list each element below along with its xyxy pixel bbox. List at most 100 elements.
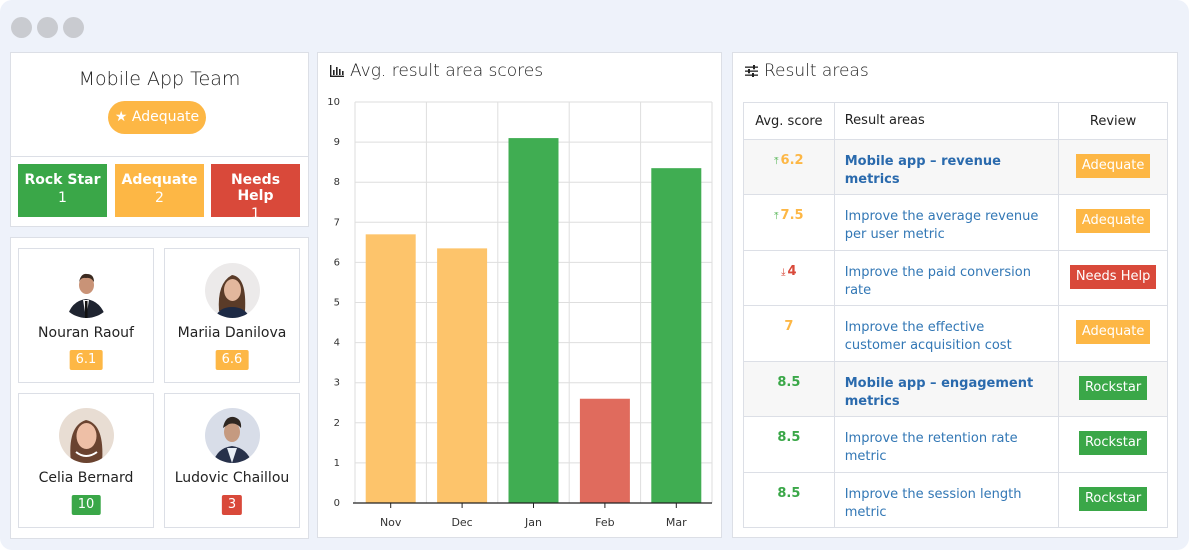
window-minimize-button[interactable]: [37, 17, 58, 38]
divider: [11, 156, 308, 157]
team-status-badge: ★ Adequate: [108, 101, 206, 134]
person-score-badge: 10: [71, 495, 101, 515]
review-badge[interactable]: Adequate: [1075, 154, 1151, 178]
result-area-link[interactable]: Improve the effective customer acquisiti…: [845, 320, 1012, 353]
stat-label: Rock Star: [24, 172, 101, 188]
result-area-cell: Mobile app – engagement metrics: [833, 361, 1060, 417]
stat-count: 2: [155, 190, 164, 206]
review-badge[interactable]: Adequate: [1075, 320, 1151, 344]
result-area-cell: Mobile app – revenue metrics: [833, 139, 1060, 195]
window-maximize-button[interactable]: [63, 17, 84, 38]
person-name: Mariia Danilova: [177, 325, 287, 341]
avatar: [205, 263, 260, 318]
stat-label: Needs Help: [230, 172, 281, 204]
column-header-review[interactable]: Review: [1058, 102, 1168, 140]
team-summary-panel: Mobile App Team ★ Adequate Rock Star 1 A…: [10, 52, 309, 227]
result-areas-table: Avg. score Result areas Review ⤒ 6.2 Mobil…: [743, 102, 1168, 528]
avg-score: 7: [784, 319, 794, 334]
chart-panel: Avg. result area scores 0 1 2 3 4 5 6 7 8 9 10 Nov D…: [317, 52, 722, 538]
app-window: Mobile App Team ★ Adequate Rock Star 1 A…: [0, 0, 1189, 550]
column-header-avg-score[interactable]: Avg. score: [743, 102, 835, 140]
avg-score: 8.5: [777, 486, 801, 501]
result-areas-panel: Result areas Avg. score Result areas Rev…: [732, 52, 1178, 538]
avg-score: 4: [787, 264, 797, 279]
stat-needs-help[interactable]: Needs Help 1: [211, 164, 300, 222]
avg-score-cell: 7: [743, 305, 835, 362]
table-group-row[interactable]: 8.5 Mobile app – engagement metrics Rockst…: [743, 361, 1168, 417]
review-badge[interactable]: Adequate: [1075, 209, 1151, 233]
star-icon: ★: [114, 109, 128, 125]
bar-chart: 0 1 2 3 4 5 6 7 8 9 10 Nov Dec Jan Feb Mar: [327, 97, 713, 529]
y-tick-label: 2: [334, 418, 340, 429]
y-tick-label: 6: [334, 257, 340, 268]
bar-feb: [579, 398, 630, 503]
review-badge[interactable]: Rockstar: [1078, 431, 1148, 455]
result-area-link[interactable]: Improve the average revenue per user met…: [845, 209, 1039, 242]
bar-jan: [508, 138, 559, 503]
x-tick-label: Nov: [380, 516, 402, 529]
person-card[interactable]: Nouran Raouf 6.1: [18, 248, 154, 383]
person-name: Ludovic Chaillou: [174, 470, 290, 486]
person-score-badge: 6.1: [69, 350, 103, 370]
y-tick-label: 1: [334, 458, 340, 469]
bar-mar: [651, 168, 702, 503]
stat-count: 1: [58, 190, 67, 206]
review-cell: Rockstar: [1058, 416, 1168, 473]
avg-score-cell: 8.5: [743, 416, 835, 473]
y-tick-label: 4: [334, 338, 340, 349]
table-row[interactable]: ⤓ 4 Improve the paid conversion rate Needs …: [743, 250, 1168, 306]
review-cell: Adequate: [1058, 194, 1168, 251]
table-row[interactable]: 8.5 Improve the retention rate metric Rock…: [743, 416, 1168, 473]
review-badge[interactable]: Rockstar: [1078, 487, 1148, 511]
result-areas-title: Result areas: [745, 61, 869, 81]
bar-dec: [437, 248, 488, 503]
y-tick-label: 3: [334, 378, 340, 389]
trend-down-icon: ⤓: [781, 267, 786, 278]
avg-score-cell: ⤒ 6.2: [743, 139, 835, 195]
person-name: Celia Bernard: [38, 470, 134, 486]
result-area-link[interactable]: Mobile app – revenue metrics: [845, 154, 1001, 187]
y-tick-label: 7: [334, 217, 340, 228]
sliders-icon: [745, 65, 758, 77]
avg-score: 8.5: [777, 430, 801, 445]
x-tick-label: Mar: [666, 516, 687, 529]
table-row[interactable]: 8.5 Improve the session length metric Rock…: [743, 472, 1168, 528]
review-cell: Adequate: [1058, 305, 1168, 362]
team-status-label: Adequate: [131, 109, 200, 125]
review-badge[interactable]: Needs Help: [1069, 265, 1157, 289]
table-group-row[interactable]: ⤒ 6.2 Mobile app – revenue metrics Adequate: [743, 139, 1168, 195]
avg-score-cell: 8.5: [743, 361, 835, 417]
table-row[interactable]: ⤒ 7.5 Improve the average revenue per user…: [743, 194, 1168, 251]
x-tick-label: Feb: [595, 516, 614, 529]
avatar: [205, 408, 260, 463]
avatar: [59, 263, 114, 318]
column-header-result-areas[interactable]: Result areas: [833, 102, 1060, 140]
result-area-cell: Improve the effective customer acquisiti…: [833, 305, 1060, 362]
table-header-row: Avg. score Result areas Review: [743, 102, 1168, 140]
result-area-link[interactable]: Improve the retention rate metric: [845, 431, 1018, 464]
result-area-link[interactable]: Improve the session length metric: [845, 487, 1022, 520]
stat-adequate[interactable]: Adequate 2: [115, 164, 204, 217]
bar-nov: [365, 234, 416, 503]
person-card[interactable]: Mariia Danilova 6.6: [164, 248, 300, 383]
x-tick-label: Jan: [524, 516, 542, 529]
avg-score-cell: 8.5: [743, 472, 835, 528]
window-close-button[interactable]: [11, 17, 32, 38]
avg-score: 6.2: [780, 153, 804, 168]
result-area-cell: Improve the session length metric: [833, 472, 1060, 528]
result-areas-heading: Result areas: [764, 61, 869, 81]
review-cell: Needs Help: [1058, 250, 1168, 306]
x-tick-label: Dec: [451, 516, 472, 529]
result-area-cell: Improve the average revenue per user met…: [833, 194, 1060, 251]
person-score-badge: 3: [221, 495, 243, 515]
table-row[interactable]: 7 Improve the effective customer acquisit…: [743, 305, 1168, 362]
person-score-badge: 6.6: [215, 350, 249, 370]
result-area-link[interactable]: Mobile app – engagement metrics: [845, 376, 1033, 409]
stat-rockstar[interactable]: Rock Star 1: [18, 164, 107, 217]
person-card[interactable]: Ludovic Chaillou 3: [164, 393, 300, 528]
result-area-link[interactable]: Improve the paid conversion rate: [845, 265, 1031, 298]
avg-score: 7.5: [780, 208, 804, 223]
person-card[interactable]: Celia Bernard 10: [18, 393, 154, 528]
y-tick-label: 5: [334, 298, 340, 309]
review-badge[interactable]: Rockstar: [1078, 376, 1148, 400]
